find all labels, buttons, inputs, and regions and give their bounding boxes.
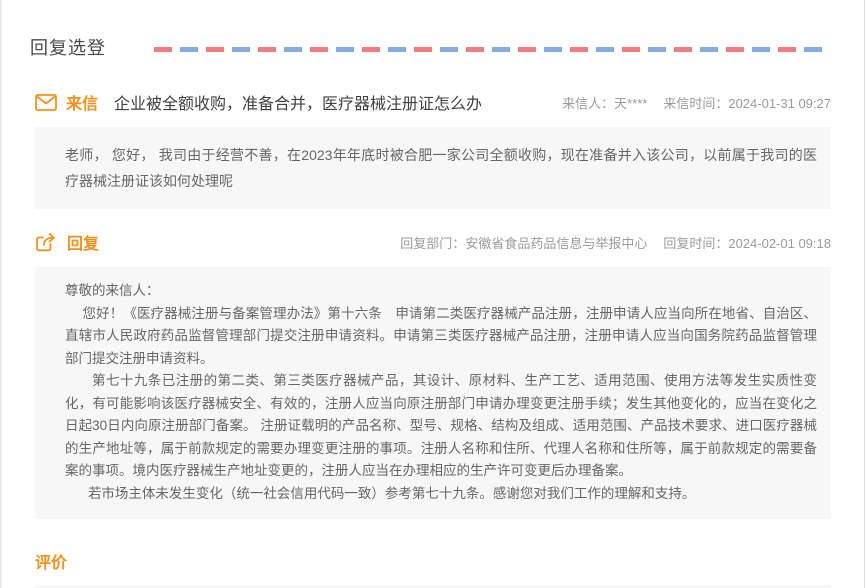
letter-section-header: 来信 企业被全额收购，准备合并，医疗器械注册证怎么办 来信人：天**** 来信时间…	[35, 90, 831, 114]
reply-paragraph: 若市场主体未发生变化（统一社会信用代码一致）参考第七十九条。感谢您对我们工作的理…	[65, 483, 817, 506]
letter-body: 老师， 您好， 我司由于经营不善，在2023年年底时被合肥一家公司全额收购，现在…	[35, 127, 831, 209]
letter-time-label: 来信时间：	[663, 96, 728, 111]
reply-section: 回复 回复部门：安徽省食品药品信息与举报中心 回复时间：2024-02-01 09…	[30, 230, 831, 519]
letter-body-text: 老师， 您好， 我司由于经营不善，在2023年年底时被合肥一家公司全额收购，现在…	[65, 142, 817, 194]
envelope-icon	[35, 94, 57, 111]
reply-time-label: 回复时间：	[663, 236, 728, 251]
page-title: 回复选登	[30, 34, 106, 60]
evaluation-section-label: 评价	[35, 549, 67, 573]
letter-subject: 企业被全额收购，准备合并，医疗器械注册证怎么办	[114, 90, 482, 114]
reply-selection-page: 回复选登 来信 企业被全额收购，准备合并，医疗器械注册证怎么办 来信人：天***…	[0, 0, 865, 588]
letter-meta: 来信人：天**** 来信时间：2024-01-31 09:27	[562, 93, 831, 112]
reply-time-value: 2024-02-01 09:18	[728, 236, 831, 251]
letter-section: 来信 企业被全额收购，准备合并，医疗器械注册证怎么办 来信人：天**** 来信时间…	[30, 90, 831, 209]
letter-section-label: 来信	[66, 90, 98, 114]
reply-section-label: 回复	[67, 230, 99, 254]
evaluation-section-header: 评价	[35, 549, 831, 573]
reply-paragraph: 尊敬的来信人：	[65, 280, 817, 303]
sender-label: 来信人：	[562, 96, 614, 111]
page-header: 回复选登	[30, 34, 831, 60]
reply-section-header: 回复 回复部门：安徽省食品药品信息与举报中心 回复时间：2024-02-01 09…	[35, 230, 831, 254]
share-reply-icon	[35, 232, 58, 252]
reply-dept-label: 回复部门：	[400, 236, 465, 251]
evaluation-section: 评价 满意	[30, 549, 831, 588]
reply-body: 尊敬的来信人： 您好！《医疗器械注册与备案管理办法》第十六条 申请第二类医疗器械…	[35, 267, 831, 519]
reply-dept-value: 安徽省食品药品信息与举报中心	[465, 236, 647, 251]
reply-paragraph: 第七十九条已注册的第二类、第三类医疗器械产品，其设计、原材料、生产工艺、适用范围…	[65, 370, 817, 483]
reply-paragraph: 您好！《医疗器械注册与备案管理办法》第十六条 申请第二类医疗器械产品注册，注册申…	[65, 303, 817, 371]
sender-value: 天****	[614, 96, 647, 111]
reply-meta: 回复部门：安徽省食品药品信息与举报中心 回复时间：2024-02-01 09:18	[400, 233, 831, 252]
decorative-dashed-line	[154, 47, 825, 52]
letter-time-value: 2024-01-31 09:27	[728, 96, 831, 111]
